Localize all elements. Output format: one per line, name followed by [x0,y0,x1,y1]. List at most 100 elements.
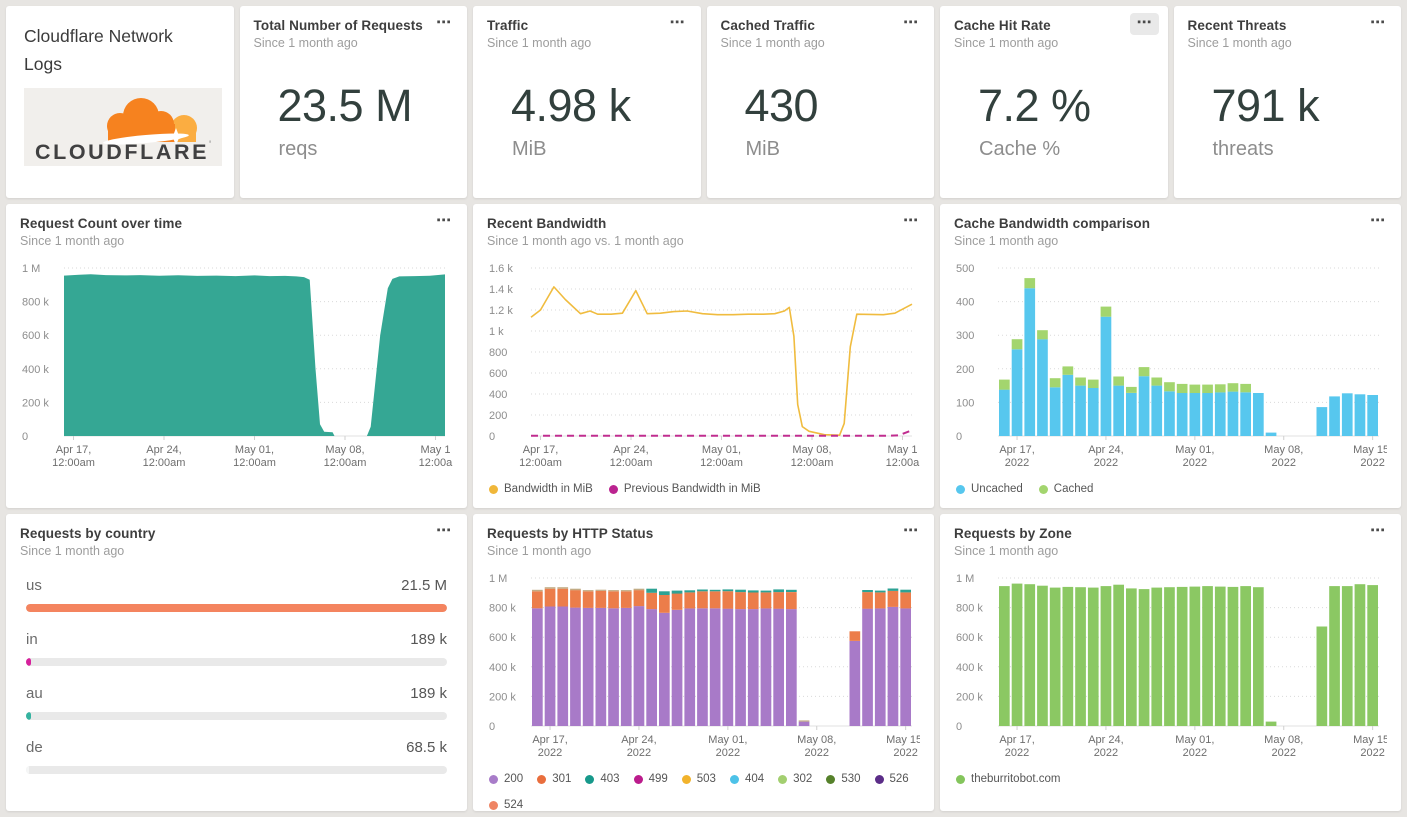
legend-dot [537,774,547,784]
legend-item-499[interactable]: 499 [633,773,668,785]
card-menu-button[interactable]: ⋯ [1363,211,1392,233]
country-row-de: de 68.5 k [26,739,447,774]
country-code: us [26,577,42,594]
svg-text:Apr 17,: Apr 17, [532,734,567,746]
svg-text:2022: 2022 [1183,747,1207,759]
svg-text:May 08,: May 08, [1264,444,1303,456]
card-subtitle: Since 1 month ago [487,36,592,50]
svg-text:May 1: May 1 [420,444,450,456]
card-menu-button[interactable]: ⋯ [896,521,925,543]
svg-text:Apr 17,: Apr 17, [523,444,558,456]
card-menu-button[interactable]: ⋯ [429,13,458,35]
svg-text:12:00am: 12:00am [324,457,367,469]
legend-item-bandwidth-in-mib[interactable]: Bandwidth in MiB [489,483,593,495]
svg-text:0: 0 [22,431,28,443]
svg-text:Apr 17,: Apr 17, [999,734,1034,746]
stat-card-cache-hit-rate: Cache Hit Rate Since 1 month ago ⋯ 7.2 %… [940,6,1168,198]
request-count-chart[interactable]: 1 M 800 k 600 k 400 k 200 k 0 Apr 17, 12:00am Ap… [20,256,453,481]
http-status-chart[interactable]: 1 M 800 k 600 k 400 k 200 k 0 Apr 17, 2022 Apr 2… [487,566,925,771]
legend-item-526[interactable]: 526 [874,773,909,785]
card-subtitle: Since 1 month ago [20,234,125,248]
card-menu-button[interactable]: ⋯ [663,13,692,35]
card-menu-button[interactable]: ⋯ [896,13,925,35]
legend-item-200[interactable]: 200 [489,773,523,785]
legend-item-301[interactable]: 301 [537,773,571,785]
svg-text:12:00am: 12:00am [52,457,95,469]
http-status-legend: 200 301 403 499 503 404 302 530 526 524 [489,773,920,811]
recent-bandwidth-chart[interactable]: 1.6 k 1.4 k 1.2 k1 k 800 600 400 200 0 Apr 17, 12… [487,256,920,481]
dashboard: Cloudflare Network Logs CLOUDFLARE ' Tot… [0,0,1407,817]
legend-label: Previous Bandwidth in MiB [623,483,761,495]
svg-text:200: 200 [956,364,974,376]
legend-item-302[interactable]: 302 [778,773,812,785]
svg-text:300: 300 [956,330,974,342]
country-bar-fill [26,766,29,774]
legend-dot [489,800,498,810]
card-menu-button[interactable]: ⋯ [1363,521,1392,543]
svg-text:0: 0 [956,721,962,733]
legend-item-previous-bandwidth-in-mib[interactable]: Previous Bandwidth in MiB [608,483,761,495]
country-code: in [26,631,38,648]
country-value: 189 k [410,685,447,702]
svg-text:2022: 2022 [716,747,740,759]
cache-bandwidth-chart[interactable]: 500 400 300 200 100 0 Apr 17, 2022 Apr 24, 2022 Ma… [954,256,1392,481]
card-title: Requests by country [20,526,156,541]
svg-text:1 M: 1 M [489,573,507,585]
card-menu-button[interactable]: ⋯ [429,521,458,543]
card-title: Recent Threats [1187,18,1287,33]
legend-item-530[interactable]: 530 [826,773,861,785]
svg-text:2022: 2022 [627,747,651,759]
svg-text:Apr 17,: Apr 17, [56,444,91,456]
bandwidth-plot[interactable]: 1.6 k1.4 k1.2 k1 k8006004002000Apr 17,12… [487,256,920,476]
zone-chart[interactable]: 1 M 800 k 600 k 400 k 200 k 0 Apr 17, 2022 Apr 2… [954,566,1392,771]
cache-bandwidth-plot[interactable]: 5004003002001000Apr 17,2022Apr 24,2022Ma… [954,256,1392,476]
svg-text:12:00am: 12:00am [791,457,834,469]
legend-label: 503 [696,773,716,785]
stat-unit: MiB [745,138,780,160]
request-count-plot[interactable]: 1 M800 k600 k400 k200 k0Apr 17,12:00amAp… [20,256,453,476]
svg-text:2022: 2022 [1005,457,1029,469]
legend-label: Uncached [971,483,1023,495]
http-status-plot[interactable]: 1 M800 k600 k400 k200 k0Apr 17,2022Apr 2… [487,566,925,766]
legend-item-theburritobot-com[interactable]: theburritobot.com [956,773,1061,785]
cloudflare-logo: CLOUDFLARE ' [24,88,222,166]
country-code: au [26,685,43,702]
legend-item-404[interactable]: 404 [729,773,764,785]
legend-dot [489,484,498,494]
legend-item-cached[interactable]: Cached [1038,483,1093,495]
svg-text:12:00am: 12:00am [233,457,276,469]
country-value: 21.5 M [401,577,447,594]
legend-item-503[interactable]: 503 [681,773,716,785]
svg-text:800 k: 800 k [489,603,516,615]
legend-dot [681,774,691,784]
card-subtitle: Since 1 month ago [20,544,125,558]
legend-item-uncached[interactable]: Uncached [956,483,1023,495]
svg-text:Apr 24,: Apr 24, [1088,734,1123,746]
svg-text:600 k: 600 k [22,330,49,342]
stat-card-cached-traffic: Cached Traffic Since 1 month ago ⋯ 430 M… [706,6,934,198]
stat-unit: threats [1212,138,1274,160]
card-menu-button[interactable]: ⋯ [1129,13,1159,35]
legend-label: 530 [841,773,861,785]
legend-dot [489,774,498,784]
country-row-in: in 189 k [26,631,447,666]
stat-unit: reqs [278,138,318,160]
svg-text:May 08,: May 08, [792,444,831,456]
card-menu-button[interactable]: ⋯ [1363,13,1392,35]
country-bar-fill [26,712,32,720]
legend-item-403[interactable]: 403 [585,773,620,785]
legend-dot [778,774,788,784]
card-menu-button[interactable]: ⋯ [896,211,925,233]
card-menu-button[interactable]: ⋯ [429,211,458,233]
svg-text:May 08,: May 08, [797,734,836,746]
svg-text:800 k: 800 k [956,603,983,615]
chart-card-requests-by-zone: Requests by Zone Since 1 month ago ⋯ 1 M… [940,514,1401,811]
stat-unit: Cache % [979,138,1061,160]
legend-label: 499 [648,773,668,785]
svg-text:May 01,: May 01, [1175,734,1214,746]
legend-dot [874,774,884,784]
legend-item-524[interactable]: 524 [489,799,523,811]
legend-label: 526 [889,773,909,785]
country-bar-track [26,604,447,612]
zone-plot[interactable]: 1 M800 k600 k400 k200 k0Apr 17,2022Apr 2… [954,566,1392,766]
